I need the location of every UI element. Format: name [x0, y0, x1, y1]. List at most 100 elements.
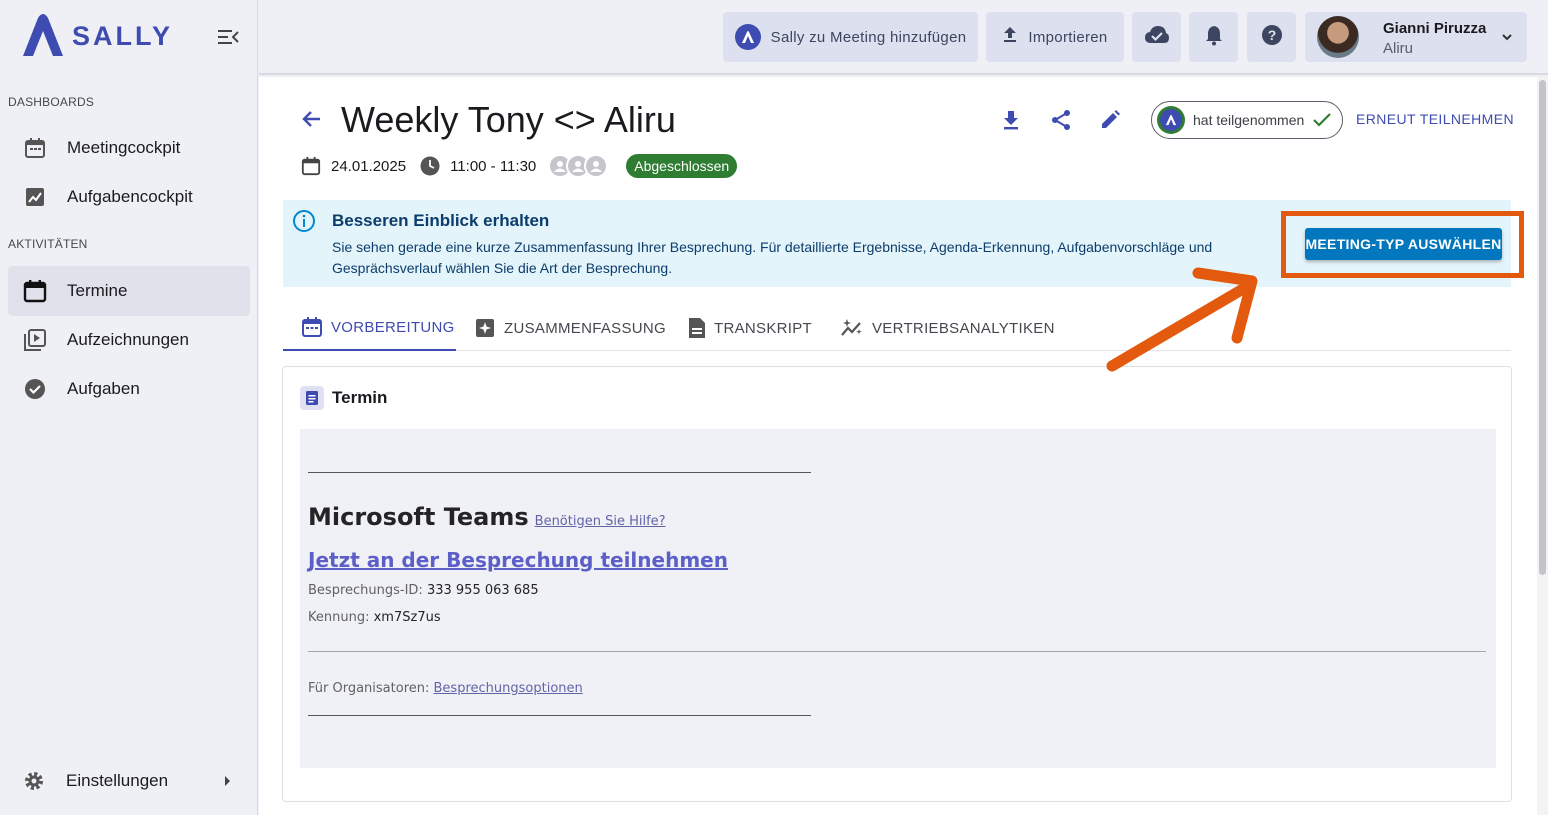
sidebar: SALLY DASHBOARDS Meetingcockpit Aufgaben… [0, 0, 258, 815]
sidebar-item-aufgaben[interactable]: Aufgaben [8, 364, 250, 414]
section-dashboards: DASHBOARDS [8, 95, 95, 109]
main-content: Weekly Tony <> Aliru 24.01.2025 11:00 - … [259, 77, 1537, 815]
highlight-box [1281, 211, 1524, 278]
passcode-value: xm7Sz7us [373, 610, 441, 625]
svg-text:?: ? [1267, 27, 1276, 43]
calendar-icon [23, 279, 47, 303]
teams-title: Microsoft Teams [308, 503, 529, 531]
tab-label: ZUSAMMENFASSUNG [504, 319, 667, 337]
sidebar-item-aufzeichnungen[interactable]: Aufzeichnungen [8, 315, 250, 365]
import-label: Importieren [1028, 28, 1108, 46]
tab-label: VORBEREITUNG [331, 318, 455, 336]
organizer-label: Für Organisatoren: [308, 681, 430, 696]
card-title: Termin [332, 388, 388, 407]
participant-icon [584, 154, 609, 178]
sally-logo-icon [734, 24, 761, 50]
join-meeting-link[interactable]: Jetzt an der Besprechung teilnehmen [308, 548, 728, 572]
avatar [1317, 16, 1359, 58]
upload-icon [1002, 26, 1018, 48]
sidebar-item-aufgabencockpit[interactable]: Aufgabencockpit [8, 172, 250, 222]
tab-zusammenfassung[interactable]: ZUSAMMENFASSUNG [474, 305, 666, 351]
tab-label: VERTRIEBSANALYTIKEN [872, 319, 1055, 337]
appointment-card: Termin Microsoft Teams Benötigen Sie Hil… [282, 366, 1512, 802]
help-link[interactable]: Benötigen Sie Hilfe? [535, 514, 666, 529]
scrollbar-thumb[interactable] [1539, 80, 1546, 575]
summary-sparkle-icon [474, 317, 496, 339]
analytics-sparkle-icon [840, 317, 864, 339]
meeting-id-row: Besprechungs-ID: 333 955 063 685 [308, 583, 539, 598]
logo-text: SALLY [72, 20, 174, 51]
divider [308, 651, 1486, 652]
calendar-icon [301, 316, 323, 338]
download-icon[interactable] [998, 107, 1024, 133]
top-bar: Sally zu Meeting hinzufügen Importieren … [259, 0, 1548, 75]
clock-icon [420, 156, 440, 176]
divider-underscore [308, 472, 811, 473]
organizer-row: Für Organisatoren: Besprechungsoptionen [308, 681, 583, 696]
cloud-sync-button[interactable] [1132, 12, 1181, 62]
chevron-down-icon [1501, 30, 1513, 48]
tab-vorbereitung[interactable]: VORBEREITUNG [283, 305, 456, 351]
page-title: Weekly Tony <> Aliru [341, 99, 676, 140]
gear-icon [22, 769, 46, 793]
participants-avatars[interactable] [548, 154, 609, 178]
sidebar-item-label: Termine [67, 281, 128, 300]
cloud-done-icon [1144, 25, 1170, 49]
attended-chip[interactable]: hat teilgenommen [1151, 101, 1343, 139]
tab-bar: VORBEREITUNG ZUSAMMENFASSUNG TRANSKRIPT … [283, 305, 1511, 351]
import-button[interactable]: Importieren [986, 12, 1124, 62]
meeting-id-label: Besprechungs-ID: [308, 583, 423, 598]
passcode-label: Kennung: [308, 610, 370, 625]
bell-icon [1205, 24, 1223, 50]
tab-label: TRANSKRIPT [714, 319, 813, 337]
sidebar-item-settings[interactable]: Einstellungen [8, 756, 250, 806]
add-sally-button[interactable]: Sally zu Meeting hinzufügen [723, 12, 978, 62]
document-icon [688, 317, 706, 339]
share-icon[interactable] [1048, 107, 1074, 133]
calendar-icon [301, 156, 321, 176]
attended-label: hat teilgenommen [1193, 112, 1305, 128]
teams-header: Microsoft Teams Benötigen Sie Hilfe? [308, 503, 666, 531]
check-circle-icon [23, 377, 47, 401]
tab-vertriebsanalytiken[interactable]: VERTRIEBSANALYTIKEN [840, 305, 1055, 351]
card-header: Termin [300, 386, 387, 410]
calendar-icon [23, 136, 47, 160]
divider-underscore [308, 715, 811, 716]
sidebar-item-termine[interactable]: Termine [8, 266, 250, 316]
rejoin-button[interactable]: ERNEUT TEILNEHMEN [1356, 111, 1514, 127]
info-heading: Besseren Einblick erhalten [332, 211, 550, 230]
checkmark-icon [1312, 112, 1332, 128]
user-menu[interactable]: Gianni Piruzza Aliru [1305, 12, 1527, 62]
annotation-arrow-icon [1106, 267, 1258, 372]
user-organization: Aliru [1383, 40, 1414, 57]
passcode-row: Kennung: xm7Sz7us [308, 610, 441, 625]
edit-pencil-icon[interactable] [1097, 107, 1123, 133]
user-name: Gianni Piruzza [1383, 20, 1487, 37]
video-library-icon [23, 328, 47, 352]
sidebar-item-meetingcockpit[interactable]: Meetingcockpit [8, 123, 250, 173]
notifications-button[interactable] [1189, 12, 1238, 62]
meeting-date: 24.01.2025 [331, 157, 407, 175]
meeting-meta: 24.01.2025 11:00 - 11:30 Abgeschlossen [301, 152, 738, 180]
tab-transkript[interactable]: TRANSKRIPT [688, 305, 812, 351]
info-icon [292, 209, 316, 238]
collapse-menu-icon[interactable] [216, 26, 240, 48]
back-arrow-icon[interactable] [301, 108, 323, 135]
sally-logo[interactable]: SALLY [20, 14, 173, 58]
section-activities: AKTIVITÄTEN [8, 237, 88, 251]
add-sally-label: Sally zu Meeting hinzufügen [770, 28, 967, 46]
meeting-invite-content: Microsoft Teams Benötigen Sie Hilfe? Jet… [300, 429, 1496, 768]
sidebar-item-label: Aufzeichnungen [67, 330, 189, 349]
sally-logo-icon [23, 14, 63, 56]
meeting-options-link[interactable]: Besprechungsoptionen [434, 681, 583, 696]
settings-label: Einstellungen [66, 771, 169, 790]
expand-caret-icon [225, 776, 230, 786]
meeting-id-value: 333 955 063 685 [426, 583, 539, 598]
sidebar-item-label: Aufgaben [67, 379, 140, 398]
chart-icon [23, 185, 47, 209]
help-icon: ? [1261, 24, 1283, 50]
status-badge: Abgeschlossen [626, 154, 738, 178]
help-button[interactable]: ? [1247, 12, 1296, 62]
sidebar-item-label: Meetingcockpit [67, 138, 181, 157]
meeting-time: 11:00 - 11:30 [450, 157, 537, 175]
